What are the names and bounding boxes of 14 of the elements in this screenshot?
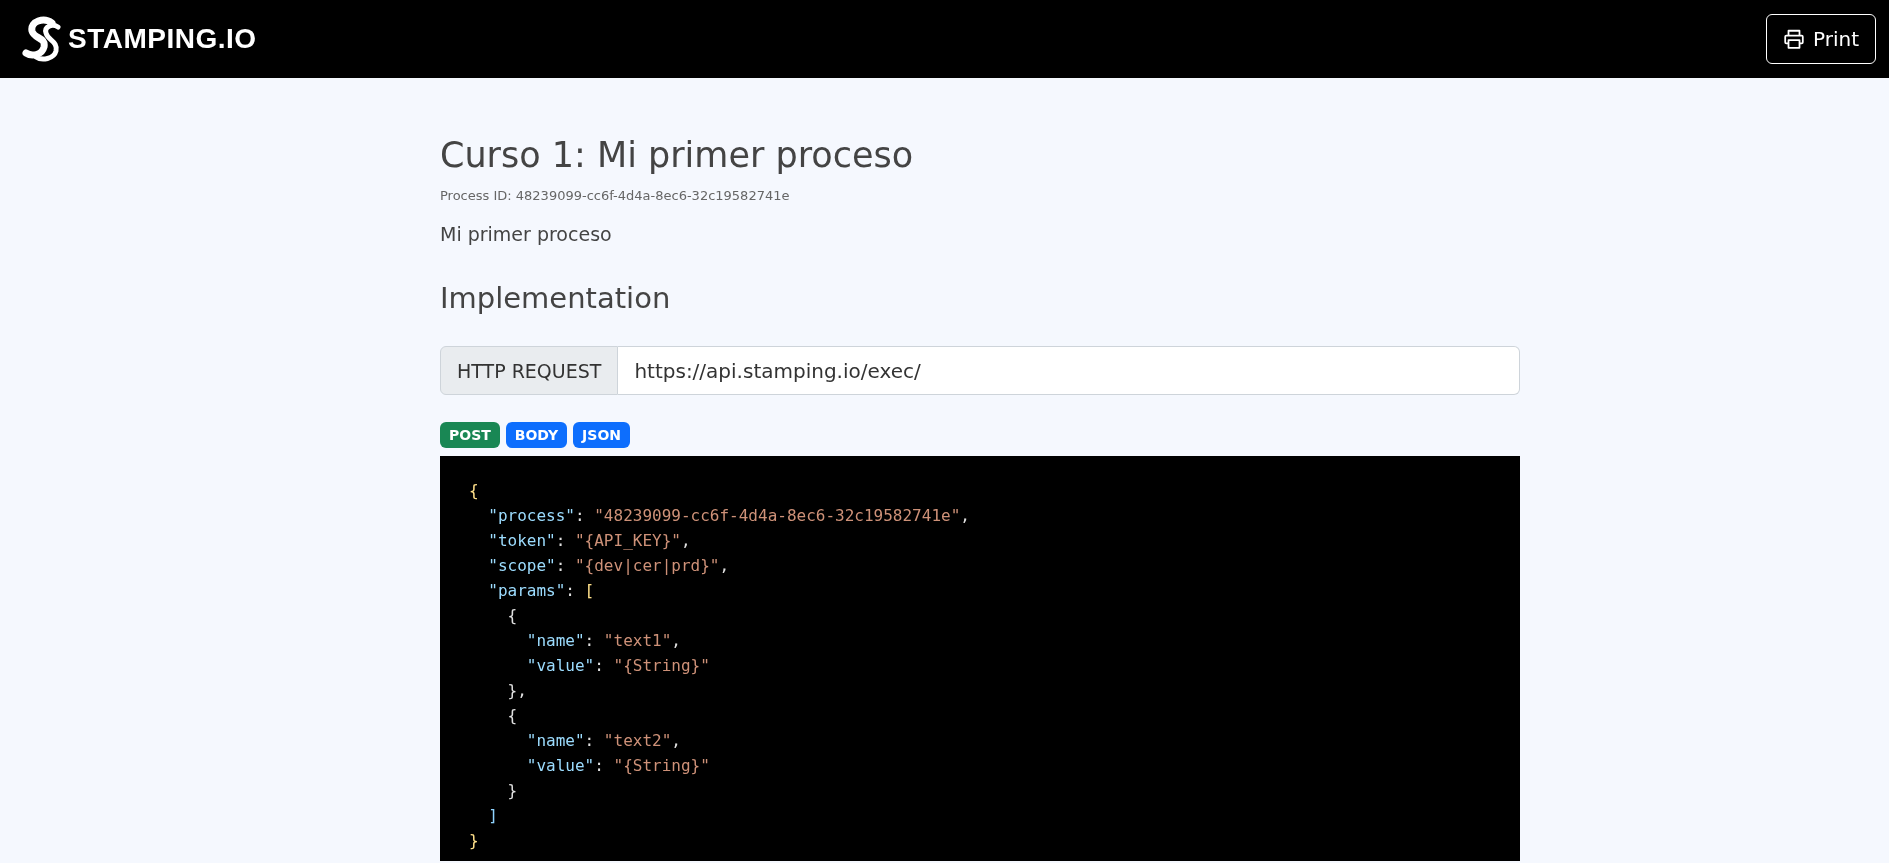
description: Mi primer proceso: [440, 223, 613, 245]
process-id: Process ID: 48239099-cc6f-4d4a-8ec6-32c19582741e: [440, 188, 791, 203]
printer-icon: [1783, 28, 1805, 50]
method-badge: POST: [440, 422, 500, 448]
print-button[interactable]: Print: [1766, 14, 1876, 64]
url-field[interactable]: https://api.stamping.io/exec/: [618, 346, 1520, 395]
input-label: HTTP REQUEST: [440, 346, 619, 395]
section-title: Implementation: [440, 281, 672, 315]
method-badge: BODY: [505, 422, 568, 448]
logo-text[interactable]: STAMPING.IO: [68, 23, 257, 55]
logo-icon: [22, 15, 62, 63]
code-block: { "process": "48239099-cc6f-4d4a-8ec6-32c19582741e", "token": "{API_KEY}", "scope": "{dev|cer|prd}", "params": [ { "name": "text1", "value": "{String}" }, { "name": "text2", "value": "{String}" } ] }: [440, 456, 1520, 861]
page-title: Curso 1: Mi primer proceso: [440, 135, 915, 175]
method-badge: JSON: [573, 422, 631, 448]
